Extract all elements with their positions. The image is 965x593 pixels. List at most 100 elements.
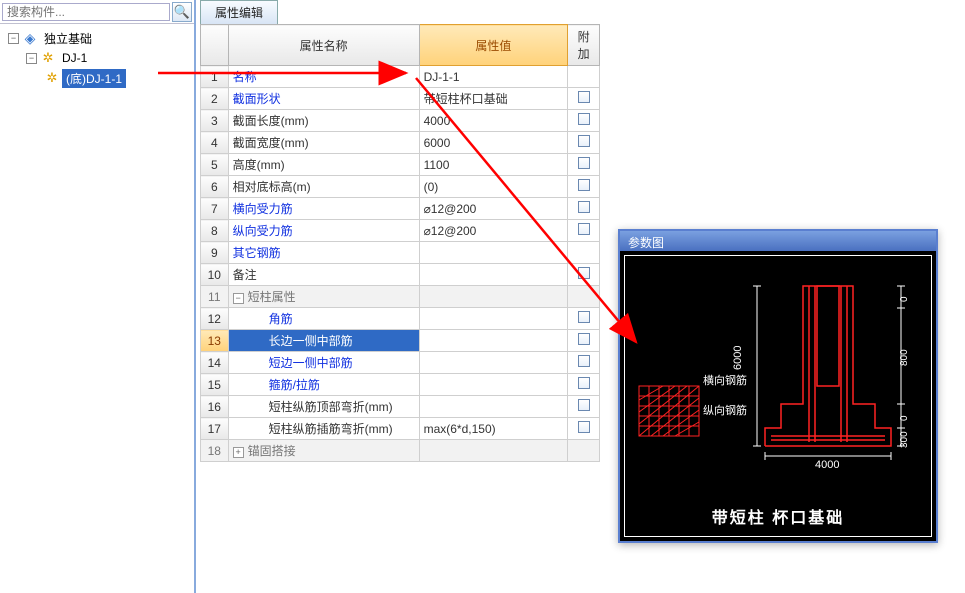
table-row[interactable]: 8纵向受力筋⌀12@200: [201, 220, 600, 242]
row-extra[interactable]: [568, 308, 600, 330]
row-extra[interactable]: [568, 66, 600, 88]
row-value[interactable]: max(6*d,150): [419, 418, 568, 440]
parameter-window-title[interactable]: 参数图: [620, 231, 936, 251]
row-extra[interactable]: [568, 286, 600, 308]
table-row[interactable]: 11−短柱属性: [201, 286, 600, 308]
row-extra[interactable]: [568, 176, 600, 198]
row-extra[interactable]: [568, 220, 600, 242]
row-name[interactable]: 纵向受力筋: [228, 220, 419, 242]
row-name[interactable]: 备注: [228, 264, 419, 286]
row-name[interactable]: 其它钢筋: [228, 242, 419, 264]
checkbox[interactable]: [578, 157, 590, 169]
row-extra[interactable]: [568, 396, 600, 418]
row-value[interactable]: 1100: [419, 154, 568, 176]
collapse-icon[interactable]: −: [8, 33, 19, 44]
row-name[interactable]: 名称: [228, 66, 419, 88]
row-extra[interactable]: [568, 154, 600, 176]
table-row[interactable]: 13长边一侧中部筋: [201, 330, 600, 352]
table-row[interactable]: 16短柱纵筋顶部弯折(mm): [201, 396, 600, 418]
checkbox[interactable]: [578, 223, 590, 235]
row-value[interactable]: [419, 440, 568, 462]
table-row[interactable]: 2截面形状带短柱杯口基础: [201, 88, 600, 110]
row-extra[interactable]: [568, 374, 600, 396]
row-value[interactable]: ⌀12@200: [419, 198, 568, 220]
row-name[interactable]: 相对底标高(m): [228, 176, 419, 198]
tree-child[interactable]: − ✲ DJ-1: [2, 48, 192, 68]
table-row[interactable]: 17短柱纵筋插筋弯折(mm)max(6*d,150): [201, 418, 600, 440]
table-row[interactable]: 15箍筋/拉筋: [201, 374, 600, 396]
row-extra[interactable]: [568, 418, 600, 440]
row-name[interactable]: 横向受力筋: [228, 198, 419, 220]
header-value[interactable]: 属性值: [419, 25, 568, 66]
table-row[interactable]: 1名称DJ-1-1: [201, 66, 600, 88]
checkbox[interactable]: [578, 421, 590, 433]
row-value[interactable]: DJ-1-1: [419, 66, 568, 88]
checkbox[interactable]: [578, 201, 590, 213]
row-extra[interactable]: [568, 264, 600, 286]
table-row[interactable]: 6相对底标高(m)(0): [201, 176, 600, 198]
row-value[interactable]: 6000: [419, 132, 568, 154]
row-value[interactable]: (0): [419, 176, 568, 198]
tree-root[interactable]: − ◈ 独立基础: [2, 28, 192, 48]
row-extra[interactable]: [568, 242, 600, 264]
tree-leaf[interactable]: ✲ (底)DJ-1-1: [2, 68, 192, 88]
row-value[interactable]: [419, 396, 568, 418]
row-name[interactable]: 短边一侧中部筋: [228, 352, 419, 374]
header-extra[interactable]: 附加: [568, 25, 600, 66]
expand-icon[interactable]: −: [233, 293, 244, 304]
row-name[interactable]: 箍筋/拉筋: [228, 374, 419, 396]
row-name[interactable]: 角筋: [228, 308, 419, 330]
table-row[interactable]: 3截面长度(mm)4000: [201, 110, 600, 132]
checkbox[interactable]: [578, 135, 590, 147]
search-button[interactable]: 🔍: [172, 2, 192, 22]
row-value[interactable]: ⌀12@200: [419, 220, 568, 242]
checkbox[interactable]: [578, 355, 590, 367]
row-extra[interactable]: [568, 132, 600, 154]
row-value[interactable]: [419, 308, 568, 330]
checkbox[interactable]: [578, 91, 590, 103]
checkbox[interactable]: [578, 267, 590, 279]
row-name[interactable]: 高度(mm): [228, 154, 419, 176]
row-value[interactable]: [419, 264, 568, 286]
header-name[interactable]: 属性名称: [228, 25, 419, 66]
row-name[interactable]: 短柱纵筋顶部弯折(mm): [228, 396, 419, 418]
row-name[interactable]: 短柱纵筋插筋弯折(mm): [228, 418, 419, 440]
row-name[interactable]: −短柱属性: [228, 286, 419, 308]
table-row[interactable]: 18+锚固搭接: [201, 440, 600, 462]
table-row[interactable]: 12角筋: [201, 308, 600, 330]
row-value[interactable]: [419, 242, 568, 264]
tab-property-edit[interactable]: 属性编辑: [200, 0, 278, 24]
search-input[interactable]: [2, 3, 170, 21]
table-row[interactable]: 7横向受力筋⌀12@200: [201, 198, 600, 220]
table-row[interactable]: 10备注: [201, 264, 600, 286]
row-name[interactable]: 长边一侧中部筋: [228, 330, 419, 352]
row-extra[interactable]: [568, 440, 600, 462]
table-row[interactable]: 14短边一侧中部筋: [201, 352, 600, 374]
row-value[interactable]: 带短柱杯口基础: [419, 88, 568, 110]
table-row[interactable]: 9其它钢筋: [201, 242, 600, 264]
row-value[interactable]: 4000: [419, 110, 568, 132]
row-extra[interactable]: [568, 198, 600, 220]
row-name[interactable]: 截面形状: [228, 88, 419, 110]
checkbox[interactable]: [578, 333, 590, 345]
row-name[interactable]: 截面长度(mm): [228, 110, 419, 132]
row-value[interactable]: [419, 330, 568, 352]
row-name[interactable]: +锚固搭接: [228, 440, 419, 462]
row-extra[interactable]: [568, 352, 600, 374]
table-row[interactable]: 5高度(mm)1100: [201, 154, 600, 176]
collapse-icon[interactable]: −: [26, 53, 37, 64]
row-value[interactable]: [419, 374, 568, 396]
expand-icon[interactable]: +: [233, 447, 244, 458]
checkbox[interactable]: [578, 179, 590, 191]
row-extra[interactable]: [568, 110, 600, 132]
row-extra[interactable]: [568, 330, 600, 352]
checkbox[interactable]: [578, 311, 590, 323]
checkbox[interactable]: [578, 399, 590, 411]
row-value[interactable]: [419, 352, 568, 374]
table-row[interactable]: 4截面宽度(mm)6000: [201, 132, 600, 154]
row-extra[interactable]: [568, 88, 600, 110]
checkbox[interactable]: [578, 377, 590, 389]
row-name[interactable]: 截面宽度(mm): [228, 132, 419, 154]
checkbox[interactable]: [578, 113, 590, 125]
row-value[interactable]: [419, 286, 568, 308]
